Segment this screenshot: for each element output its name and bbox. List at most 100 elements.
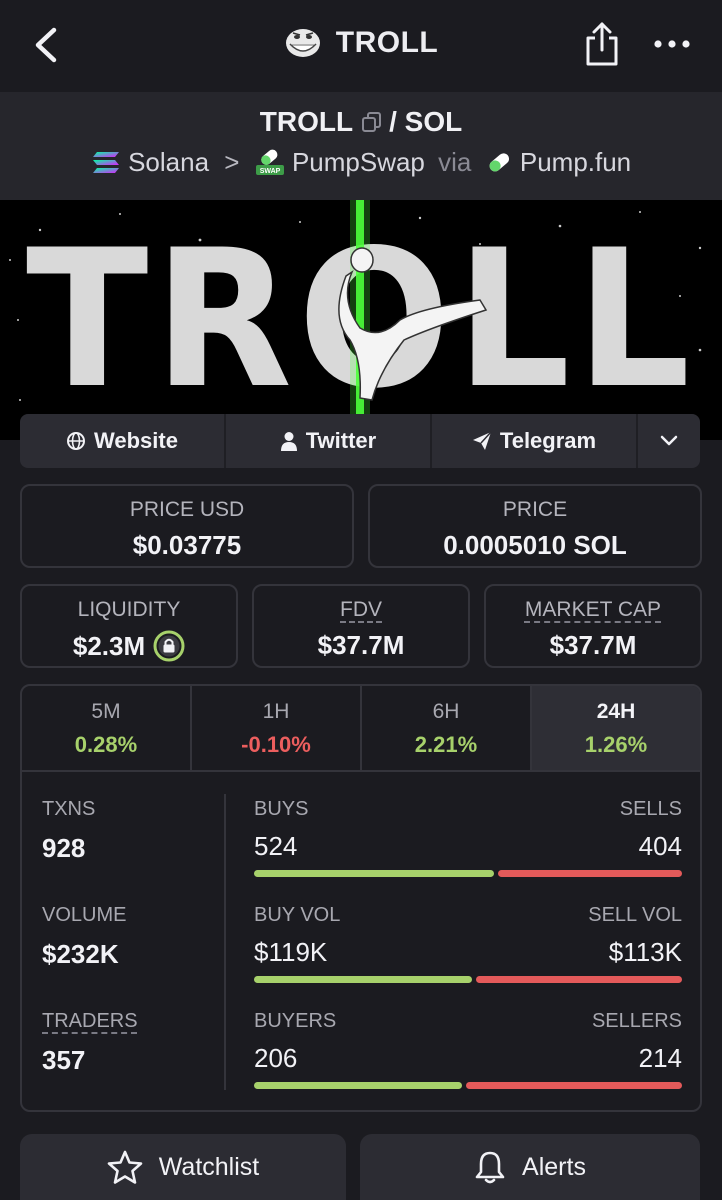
buyers-label: BUYERS [254,1010,337,1032]
telegram-button[interactable]: Telegram [432,414,638,468]
txns-value: 928 [42,833,86,863]
liquidity-label: LIQUIDITY [77,598,181,621]
chain-row: Solana > SWAP PumpSwap via Pump.fun [0,146,722,178]
traders-row: TRADERS 357 BUYERS SELLERS 206 214 [22,1010,700,1110]
trading-stats-panel: 5M 0.28% 1H -0.10% 6H 2.21% 24H 1.26% TX… [20,684,702,1112]
star-icon [107,1150,143,1184]
txns-row: TXNS 928 BUYS SELLS 524 404 [22,798,700,898]
tab-6h-change: 2.21% [414,732,478,757]
volume-breakdown: BUY VOL SELL VOL $119K $113K [254,904,682,983]
chevron-down-icon [660,435,678,446]
price-usd-label: PRICE USD [129,498,245,521]
solana-icon [92,152,119,173]
tab-24h[interactable]: 24H 1.26% [532,686,700,770]
sell-vol-value: $113K [608,937,682,967]
market-cap-label[interactable]: MARKET CAP [486,598,700,622]
traders-sell-bar [466,1082,682,1089]
sellers-label: SELLERS [591,1010,682,1032]
more-links-button[interactable] [638,414,700,468]
buys-label: BUYS [254,798,309,820]
tab-1h[interactable]: 1H -0.10% [192,686,362,770]
social-links-bar: Website Twitter Telegram [20,414,700,468]
pair-separator: / [389,106,397,137]
fdv-label[interactable]: FDV [254,598,468,622]
alerts-label: Alerts [522,1152,586,1181]
buys-value: 524 [254,831,298,861]
fdv-card: FDV $37.7M [252,584,470,668]
tab-6h-label: 6H [432,700,460,723]
pumpfun-icon [489,153,509,172]
troll-face-icon [285,29,320,57]
tab-6h[interactable]: 6H 2.21% [362,686,532,770]
traders-buy-bar [254,1082,462,1089]
quote-token: SOL [404,106,463,137]
liquidity-card: LIQUIDITY $2.3M [20,584,238,668]
tab-1h-change: -0.10% [241,732,311,757]
base-token: TROLL [259,106,354,137]
txns-ratio-bar [254,870,682,877]
more-dots-icon[interactable] [652,36,692,52]
watchlist-label: Watchlist [158,1152,260,1181]
bell-icon [475,1151,505,1184]
watchlist-button[interactable]: Watchlist [20,1134,346,1200]
sells-value: 404 [638,831,682,861]
copy-icon[interactable] [361,111,383,133]
top-bar: TROLL [0,0,722,92]
volume-ratio-bar [254,976,682,983]
globe-icon [67,432,86,450]
website-button[interactable]: Website [20,414,226,468]
token-banner: TROLL [0,200,722,440]
txns-label: TXNS [42,798,96,820]
sell-vol-label: SELL VOL [588,904,682,926]
launchpad-name[interactable]: Pump.fun [520,147,631,177]
buy-vol-label: BUY VOL [254,904,341,926]
user-icon [280,432,297,451]
price-native-label: PRICE [502,498,568,521]
lock-icon[interactable] [153,630,185,662]
price-native-value: 0.0005010 SOL [443,530,627,560]
twitter-button[interactable]: Twitter [226,414,432,468]
timeframe-tabs: 5M 0.28% 1H -0.10% 6H 2.21% 24H 1.26% [22,686,700,772]
tab-5m-change: 0.28% [74,732,138,757]
fdv-value: $37.7M [317,630,405,660]
dex-name[interactable]: PumpSwap [292,147,425,177]
share-icon[interactable] [582,20,622,68]
tab-1h-label: 1H [262,700,290,723]
tab-24h-change: 1.26% [584,732,648,757]
via-label: via [438,147,472,177]
telegram-label: Telegram [499,428,597,453]
tab-5m-label: 5M [91,700,121,723]
website-label: Website [94,428,178,453]
buyers-value: 206 [254,1043,298,1073]
page-title: TROLL [335,26,439,59]
alerts-button[interactable]: Alerts [360,1134,700,1200]
traders-ratio-bar [254,1082,682,1089]
traders-breakdown: BUYERS SELLERS 206 214 [254,1010,682,1089]
traders-label[interactable]: TRADERS [42,1010,138,1033]
price-native-card: PRICE 0.0005010 SOL [368,484,702,568]
chain-name[interactable]: Solana [128,147,209,177]
sells-label: SELLS [619,798,682,820]
volume-sell-bar [476,976,682,983]
volume-value: $232K [42,939,119,969]
market-cap-card: MARKET CAP $37.7M [484,584,702,668]
liquidity-value: $2.3M [72,630,146,661]
twitter-label: Twitter [305,428,377,453]
volume-row: VOLUME $232K BUY VOL SELL VOL $119K $113… [22,904,700,1004]
buy-vol-value: $119K [254,937,328,967]
banner-art: TROLL [0,200,722,440]
txns-sell-bar [498,870,682,877]
volume-label: VOLUME [42,904,127,926]
market-cap-value: $37.7M [549,630,637,660]
txns-breakdown: BUYS SELLS 524 404 [254,798,682,877]
price-usd-card: PRICE USD $0.03775 [20,484,354,568]
tab-24h-label: 24H [596,700,636,723]
sellers-value: 214 [638,1043,682,1073]
pair-info: TROLL / SOL Solana > SWAP PumpSwap via P… [0,92,722,200]
traders-value: 357 [42,1045,86,1075]
swap-badge: SWAP [259,168,280,175]
pair-title: TROLL / SOL [0,106,722,138]
tab-5m[interactable]: 5M 0.28% [22,686,192,770]
volume-buy-bar [254,976,472,983]
txns-buy-bar [254,870,494,877]
